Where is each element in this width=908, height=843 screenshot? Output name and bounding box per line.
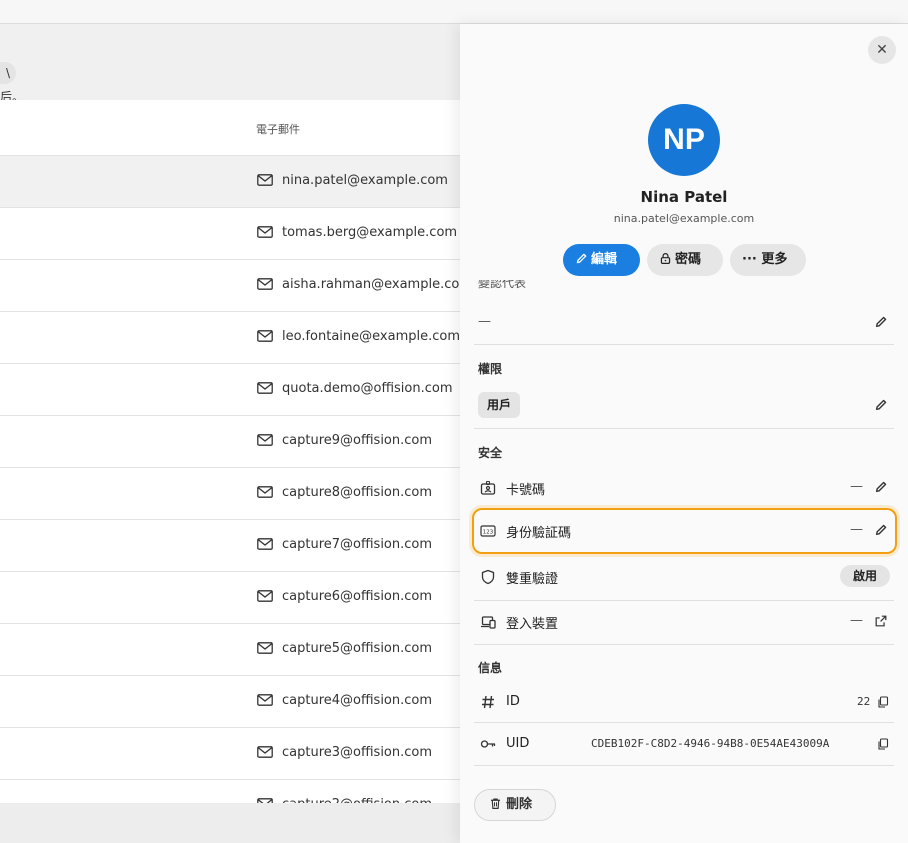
row-email: capture5@offision.com bbox=[282, 641, 433, 656]
pencil-icon[interactable] bbox=[874, 315, 888, 329]
divider bbox=[474, 428, 894, 429]
delete-label: 刪除 bbox=[506, 797, 533, 812]
pencil-icon bbox=[576, 253, 587, 264]
table-row[interactable]: capture4@offision.com bbox=[0, 676, 470, 728]
shield-icon bbox=[481, 569, 495, 585]
table-row[interactable]: nina.patel@example.com bbox=[0, 156, 470, 208]
top-bar bbox=[0, 0, 908, 24]
mail-icon bbox=[257, 486, 273, 498]
uid-label: UID bbox=[506, 736, 530, 751]
table-row[interactable]: capture6@offision.com bbox=[0, 572, 470, 624]
user-email: nina.patel@example.com bbox=[613, 212, 755, 225]
id-label: ID bbox=[506, 694, 520, 709]
table-row[interactable]: capture8@offision.com bbox=[0, 468, 470, 520]
id-card-icon bbox=[480, 480, 496, 495]
divider bbox=[474, 600, 894, 601]
divider bbox=[474, 765, 894, 766]
more-button[interactable]: ··· 更多 bbox=[730, 244, 806, 276]
header-pill-button[interactable]: \ bbox=[0, 62, 16, 84]
table-row[interactable]: quota.demo@offision.com bbox=[0, 364, 470, 416]
pencil-icon[interactable] bbox=[874, 398, 888, 412]
avatar: NP bbox=[648, 104, 720, 176]
table-header: 電子郵件 bbox=[0, 100, 470, 156]
user-name: Nina Patel bbox=[640, 188, 728, 206]
hash-icon bbox=[482, 695, 494, 709]
table-row[interactable]: capture3@offision.com bbox=[0, 728, 470, 780]
divider bbox=[474, 344, 894, 345]
email-column-header[interactable]: 電子郵件 bbox=[256, 121, 300, 137]
table-row[interactable]: tomas.berg@example.com bbox=[0, 208, 470, 260]
edit-button[interactable]: 編輯 bbox=[563, 244, 640, 276]
table-row[interactable]: capture7@offision.com bbox=[0, 520, 470, 572]
security-heading: 安全 bbox=[478, 446, 503, 460]
row-email: nina.patel@example.com bbox=[282, 173, 448, 188]
users-table: 電子郵件 nina.patel@example.com tomas.berg@ex… bbox=[0, 100, 470, 803]
copy-icon[interactable] bbox=[877, 696, 889, 708]
field-value: — bbox=[478, 314, 491, 329]
lock-icon bbox=[660, 253, 671, 264]
card-number-label: 卡號碼 bbox=[506, 483, 546, 498]
mail-icon bbox=[257, 278, 273, 290]
info-heading: 信息 bbox=[478, 661, 503, 675]
key-icon bbox=[480, 740, 496, 748]
pencil-icon[interactable] bbox=[874, 523, 888, 537]
id-value: 22 bbox=[857, 695, 871, 708]
mail-icon bbox=[257, 590, 273, 602]
devices-label: 登入裝置 bbox=[506, 617, 559, 632]
more-label: 更多 bbox=[761, 252, 788, 267]
table-row[interactable]: capture9@offision.com bbox=[0, 416, 470, 468]
external-link-icon[interactable] bbox=[874, 614, 888, 628]
row-email: capture7@offision.com bbox=[282, 537, 433, 552]
row-email: aisha.rahman@example.com bbox=[282, 277, 470, 292]
table-row[interactable]: leo.fontaine@example.com bbox=[0, 312, 470, 364]
mail-icon bbox=[257, 330, 273, 342]
enable-two-factor-button[interactable]: 啟用 bbox=[840, 565, 890, 587]
row-email: capture3@offision.com bbox=[282, 745, 433, 760]
mail-icon bbox=[257, 746, 273, 758]
field-label-cut: 變認代表 bbox=[478, 280, 527, 289]
more-dots-icon: ··· bbox=[742, 252, 757, 267]
close-button[interactable]: ✕ bbox=[868, 36, 896, 64]
role-badge: 用戶 bbox=[478, 392, 520, 418]
copy-icon[interactable] bbox=[877, 738, 889, 750]
devices-icon bbox=[481, 616, 496, 629]
table-row[interactable]: capture2@offision.com bbox=[0, 780, 470, 803]
table-row[interactable]: aisha.rahman@example.com bbox=[0, 260, 470, 312]
row-email: capture4@offision.com bbox=[282, 693, 433, 708]
mail-icon bbox=[257, 382, 273, 394]
password-button[interactable]: 密碼 bbox=[647, 244, 723, 276]
devices-value: — bbox=[850, 613, 863, 628]
row-email: capture8@offision.com bbox=[282, 485, 433, 500]
svg-text:123: 123 bbox=[483, 530, 494, 536]
delete-button[interactable]: 刪除 bbox=[474, 789, 556, 821]
row-email: capture9@offision.com bbox=[282, 433, 433, 448]
row-email: capture6@offision.com bbox=[282, 589, 433, 604]
row-email: quota.demo@offision.com bbox=[282, 381, 453, 396]
two-factor-label: 雙重驗證 bbox=[506, 572, 559, 587]
card-number-value: — bbox=[850, 479, 863, 494]
mail-icon bbox=[257, 694, 273, 706]
edit-label: 編輯 bbox=[591, 252, 618, 267]
id-code-label: 身份驗証碼 bbox=[506, 526, 572, 541]
table-row[interactable]: capture5@offision.com bbox=[0, 624, 470, 676]
mail-icon bbox=[257, 226, 273, 238]
mail-icon bbox=[257, 538, 273, 550]
permissions-heading: 權限 bbox=[478, 362, 503, 376]
id-code-value: — bbox=[850, 522, 863, 537]
pencil-icon[interactable] bbox=[874, 480, 888, 494]
uid-value: CDEB102F-C8D2-4946-94B8-0E54AE43009A bbox=[591, 737, 830, 750]
close-icon: ✕ bbox=[876, 42, 888, 58]
mail-icon bbox=[257, 642, 273, 654]
row-email: leo.fontaine@example.com bbox=[282, 329, 461, 344]
password-label: 密碼 bbox=[675, 252, 702, 267]
divider bbox=[474, 644, 894, 645]
mail-icon bbox=[257, 174, 273, 186]
user-detail-panel: ✕ NP Nina Patel nina.patel@example.com 編… bbox=[460, 24, 908, 843]
mail-icon bbox=[257, 434, 273, 446]
divider bbox=[474, 722, 894, 723]
row-email: tomas.berg@example.com bbox=[282, 225, 458, 240]
trash-icon bbox=[491, 798, 500, 809]
numeric-code-icon: 123 bbox=[480, 525, 496, 537]
